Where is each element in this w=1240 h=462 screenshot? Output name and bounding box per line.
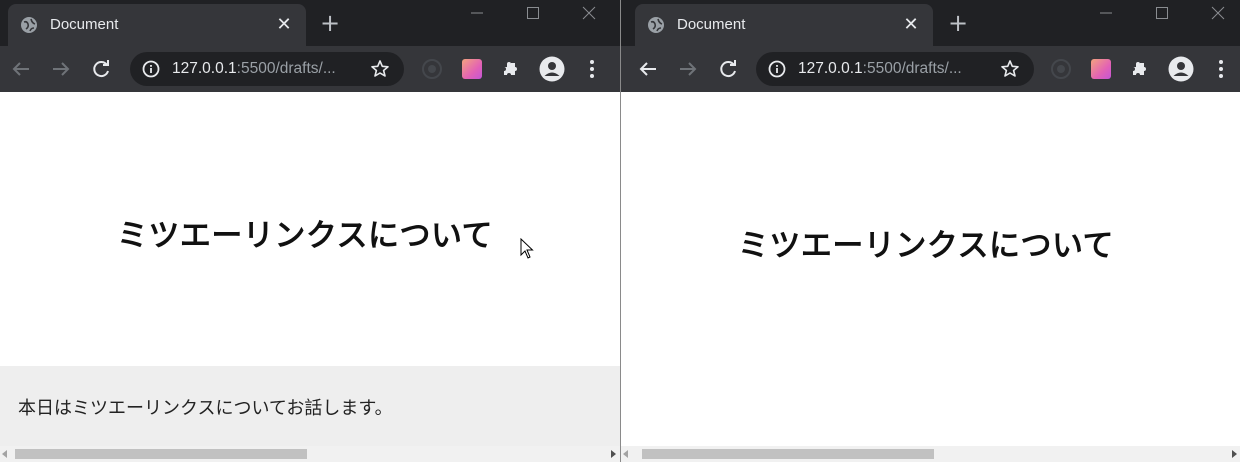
info-icon[interactable] [142,60,160,78]
star-icon[interactable] [370,59,390,79]
page-heading: ミツエーリンクスについて [737,228,1115,264]
page-viewport: ミツエーリンクスについて 本日はミツエーリンクスについてお話します。 [0,92,620,446]
globe-icon [21,17,37,33]
profile-icon[interactable] [539,56,565,82]
scrollbar-thumb[interactable] [15,449,307,459]
minimize-button[interactable] [1083,0,1129,26]
star-icon[interactable] [1000,59,1020,79]
page-viewport: ミツエーリンクスについて [621,92,1240,446]
toolbar: 127.0.0.1:5500/drafts/... [621,46,1240,92]
horizontal-scrollbar[interactable] [0,446,620,462]
color-extension-icon[interactable] [1091,59,1111,79]
horizontal-scrollbar[interactable] [621,446,1240,462]
color-extension-icon[interactable] [462,59,482,79]
reload-icon[interactable] [716,57,740,81]
menu-icon[interactable] [1209,57,1233,81]
browser-window-left: Document ✕ + 127.0.0.1:5500/drafts/... ミ… [0,0,620,462]
scroll-right-arrow[interactable] [611,450,616,458]
back-icon[interactable] [9,57,33,81]
page-heading: ミツエーリンクスについて [116,218,494,254]
tab-strip: Document ✕ + [621,0,1240,46]
record-extension-icon[interactable] [1051,59,1071,79]
tab-close-button[interactable]: ✕ [274,15,294,35]
back-icon[interactable] [636,57,660,81]
reload-icon[interactable] [89,57,113,81]
tab-close-button[interactable]: ✕ [901,15,921,35]
tab-strip: Document ✕ + [0,0,620,46]
new-tab-button[interactable]: + [946,11,970,36]
toolbar: 127.0.0.1:5500/drafts/... [0,46,620,92]
extensions-icon[interactable] [1129,57,1153,81]
scroll-left-arrow[interactable] [623,450,628,458]
intro-text: 本日はミツエーリンクスについてお話します。 [18,398,393,419]
scrollbar-thumb[interactable] [642,449,934,459]
info-icon[interactable] [768,60,786,78]
url-text[interactable]: 127.0.0.1:5500/drafts/... [172,60,336,78]
address-bar[interactable]: 127.0.0.1:5500/drafts/... [756,52,1034,86]
address-bar[interactable]: 127.0.0.1:5500/drafts/... [130,52,404,86]
window-close-button[interactable] [1195,0,1240,26]
forward-icon[interactable] [49,57,73,81]
globe-icon [648,17,664,33]
tab-document[interactable]: Document ✕ [635,4,933,46]
tab-title: Document [50,16,119,33]
intro-section: 本日はミツエーリンクスについてお話します。 [0,366,620,446]
browser-window-right: Document ✕ + 127.0.0.1:5500/drafts/... ミ… [620,0,1240,462]
new-tab-button[interactable]: + [318,11,342,36]
profile-icon[interactable] [1168,56,1194,82]
tab-document[interactable]: Document ✕ [8,4,306,46]
menu-icon[interactable] [580,57,604,81]
maximize-button[interactable] [1139,0,1185,26]
screen: Document ✕ + 127.0.0.1:5500/drafts/... ミ… [0,0,1240,462]
window-close-button[interactable] [566,0,612,26]
scroll-left-arrow[interactable] [2,450,7,458]
mouse-cursor-icon [520,238,534,259]
record-extension-icon[interactable] [422,59,442,79]
extensions-icon[interactable] [500,57,524,81]
scroll-right-arrow[interactable] [1232,450,1237,458]
url-text[interactable]: 127.0.0.1:5500/drafts/... [798,60,962,78]
minimize-button[interactable] [454,0,500,26]
forward-icon[interactable] [676,57,700,81]
maximize-button[interactable] [510,0,556,26]
tab-title: Document [677,16,746,33]
